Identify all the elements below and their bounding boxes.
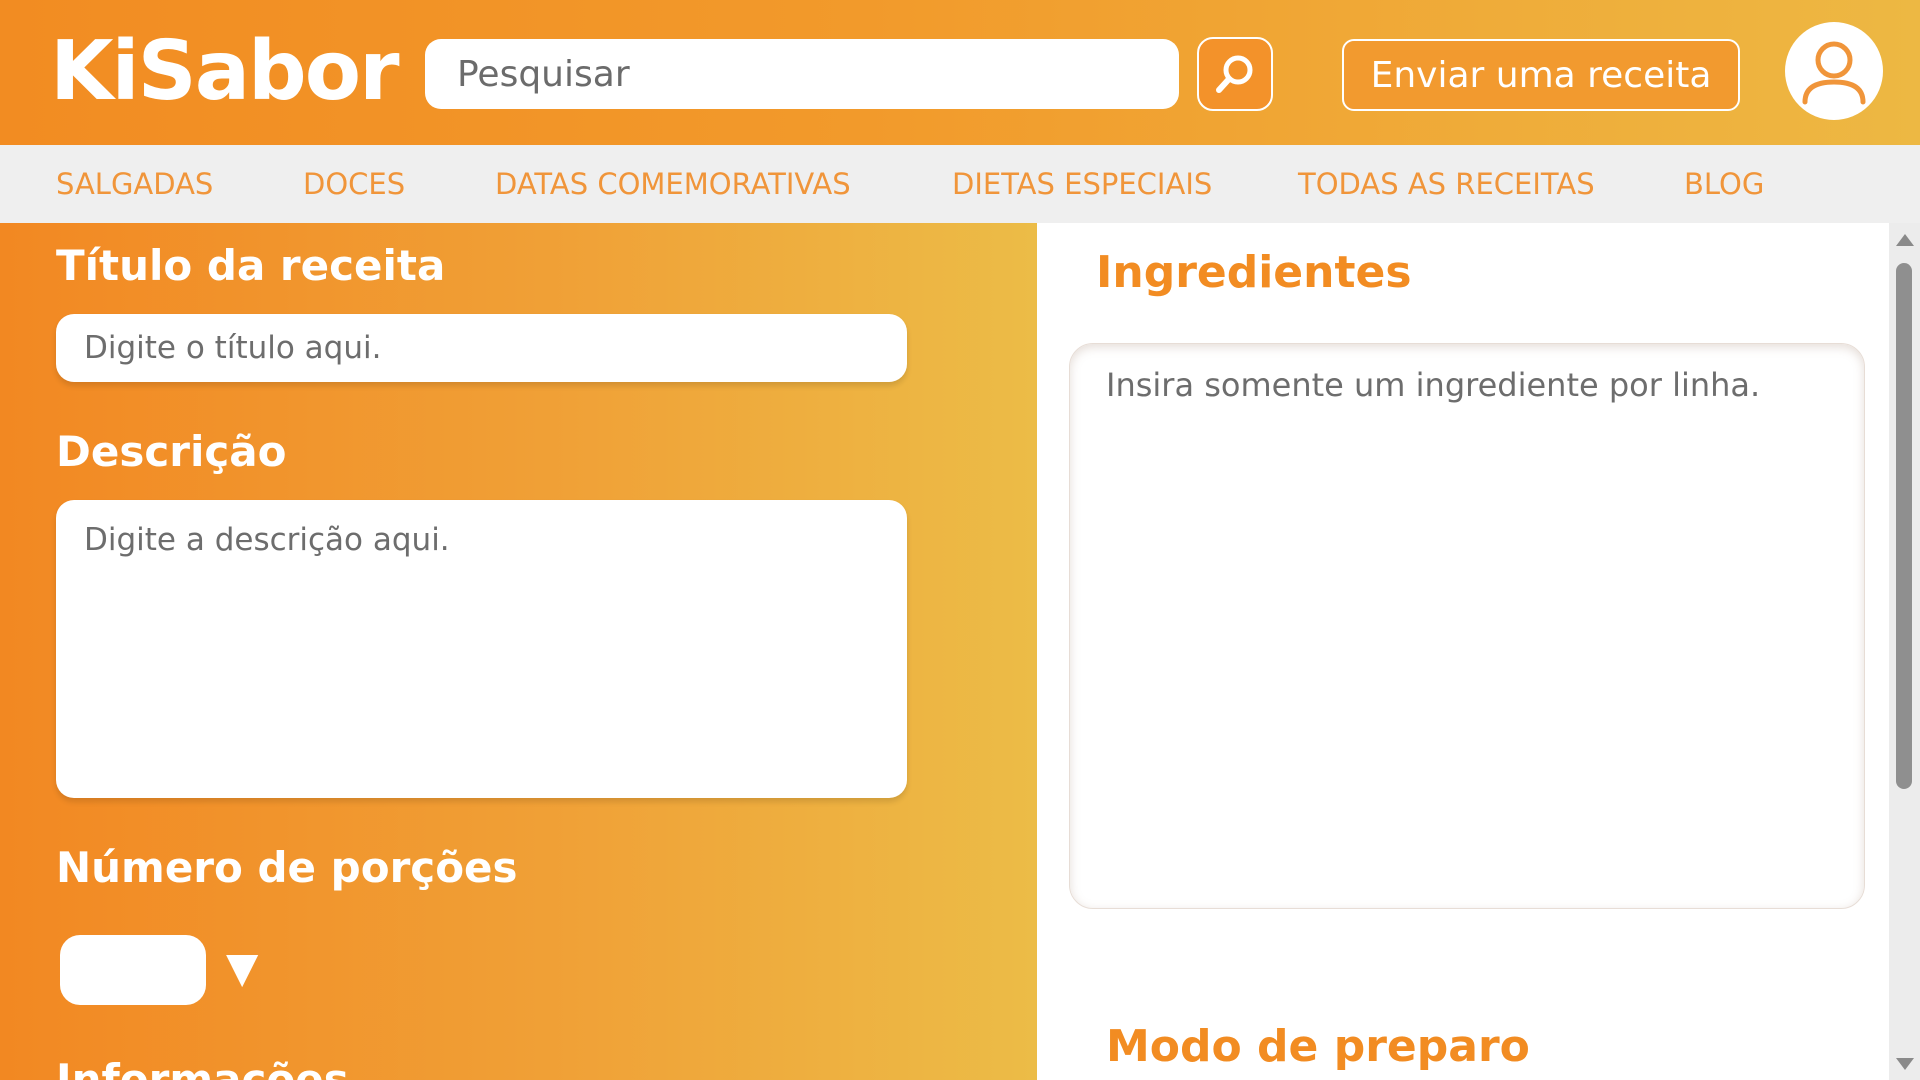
nav-item-datas-comemorativas[interactable]: DATAS COMEMORATIVAS: [495, 145, 851, 223]
arrow-down-icon: [1895, 1058, 1914, 1070]
site-logo[interactable]: KiSabor: [50, 22, 400, 122]
title-label: Título da receita: [56, 241, 446, 290]
search-input[interactable]: [425, 39, 1179, 109]
scroll-up-arrow[interactable]: [1889, 225, 1920, 255]
portions-select[interactable]: [60, 935, 206, 1005]
page-scrollbar[interactable]: [1889, 223, 1920, 1080]
search-icon: [1216, 55, 1253, 93]
ingredients-textarea[interactable]: [1069, 343, 1865, 909]
scroll-down-arrow[interactable]: [1889, 1049, 1920, 1079]
description-textarea[interactable]: [56, 500, 907, 798]
search-button[interactable]: [1197, 37, 1273, 111]
category-nav: SALGADAS DOCES DATAS COMEMORATIVAS DIETA…: [0, 145, 1920, 223]
nav-item-doces[interactable]: DOCES: [303, 145, 405, 223]
nav-item-salgadas[interactable]: SALGADAS: [56, 145, 213, 223]
nav-item-dietas-especiais[interactable]: DIETAS ESPECIAIS: [952, 145, 1212, 223]
user-icon: [1802, 41, 1866, 105]
triangle-down-icon[interactable]: ▼: [226, 943, 258, 992]
avatar[interactable]: [1785, 22, 1883, 120]
nav-item-blog[interactable]: BLOG: [1684, 145, 1764, 223]
nav-item-todas-as-receitas[interactable]: TODAS AS RECEITAS: [1298, 145, 1595, 223]
recipe-form-left: Título da receita Descrição Número de po…: [0, 223, 1037, 1080]
scroll-thumb[interactable]: [1896, 263, 1912, 789]
portions-label: Número de porções: [56, 843, 518, 892]
title-input[interactable]: [56, 314, 907, 382]
description-label: Descrição: [56, 427, 287, 476]
ingredients-label: Ingredientes: [1096, 247, 1412, 298]
preparation-label: Modo de preparo: [1106, 1021, 1530, 1072]
arrow-up-icon: [1895, 234, 1914, 246]
top-header: KiSabor Enviar uma receita: [0, 0, 1920, 145]
send-recipe-button[interactable]: Enviar uma receita: [1342, 39, 1740, 111]
recipe-form-right: Ingredientes Modo de preparo: [1037, 223, 1889, 1080]
information-label: Informações: [56, 1055, 349, 1080]
